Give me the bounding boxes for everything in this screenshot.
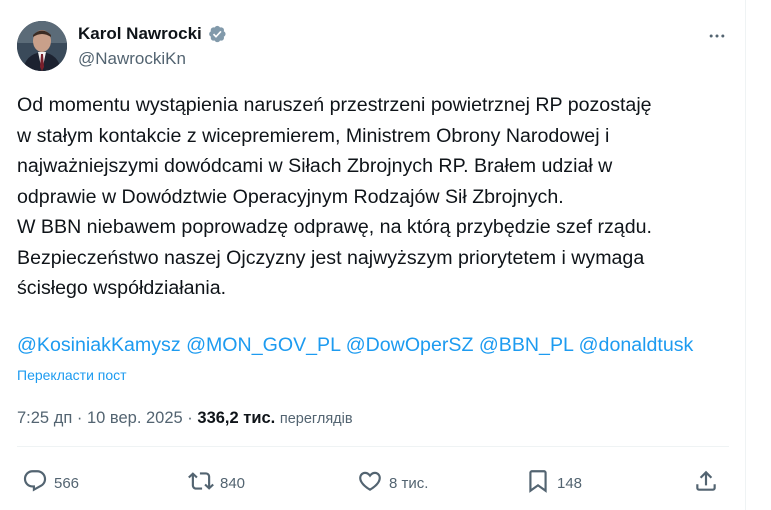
bookmark-count: 148: [557, 474, 583, 492]
reply-button[interactable]: 566: [22, 466, 79, 500]
like-button[interactable]: 8 тис.: [357, 466, 428, 500]
mention-link[interactable]: @DowOperSZ: [346, 334, 474, 356]
column-border: [745, 0, 746, 510]
repost-count: 840: [220, 474, 246, 492]
divider: [17, 446, 729, 447]
repost-icon: [188, 468, 214, 499]
mention-link[interactable]: @BBN_PL: [479, 334, 573, 356]
tweet-text: Od momentu wystąpienia naruszeń przestrz…: [17, 94, 652, 299]
bookmark-icon: [525, 468, 551, 499]
author-handle[interactable]: @NawrockiKn: [78, 47, 227, 71]
display-name[interactable]: Karol Nawrocki: [78, 22, 202, 46]
repost-button[interactable]: 840: [188, 466, 245, 500]
meta-separator: ·: [187, 409, 193, 427]
reply-icon: [22, 468, 48, 499]
views-label: переглядів: [279, 411, 353, 427]
tweet-meta: 7:25 дп · 10 вер. 2025 · 336,2 тис. пере…: [17, 406, 353, 431]
mention-link[interactable]: @MON_GOV_PL: [186, 334, 340, 356]
tweet-card: Karol Nawrocki @NawrockiKn Od momentu wy…: [0, 0, 745, 510]
post-time[interactable]: 7:25 дп: [17, 409, 72, 427]
author-names: Karol Nawrocki @NawrockiKn: [78, 22, 227, 71]
post-date[interactable]: 10 вер. 2025: [87, 409, 183, 427]
more-options-icon[interactable]: [705, 24, 729, 48]
tweet-header: Karol Nawrocki @NawrockiKn: [17, 20, 729, 74]
mention-link[interactable]: @donaldtusk: [579, 334, 694, 356]
heart-icon: [357, 468, 383, 499]
action-bar: 566 840 8 тис. 148: [17, 466, 729, 500]
meta-separator: ·: [76, 409, 83, 427]
mentions-line: @KosiniakKamysz @MON_GOV_PL @DowOperSZ @…: [17, 330, 737, 360]
verified-badge-icon[interactable]: [207, 24, 227, 44]
avatar[interactable]: [17, 21, 67, 71]
reply-count: 566: [54, 474, 80, 492]
share-icon: [693, 468, 719, 499]
bookmark-button[interactable]: 148: [525, 466, 582, 500]
like-count: 8 тис.: [389, 474, 429, 492]
views-count: 336,2 тис.: [197, 409, 276, 427]
translate-post-link[interactable]: Перекласти пост: [17, 365, 127, 385]
mention-link[interactable]: @KosiniakKamysz: [17, 334, 181, 356]
share-button[interactable]: [693, 466, 719, 500]
